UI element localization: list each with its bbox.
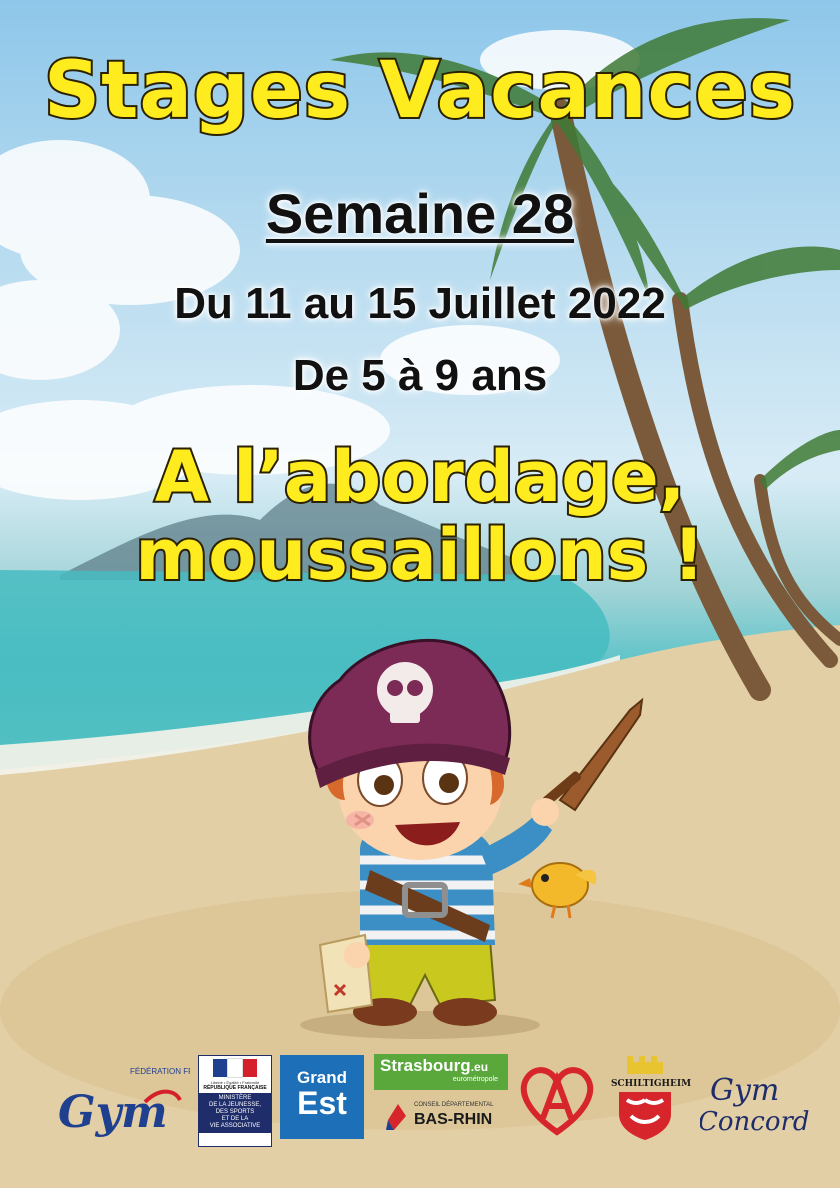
strasbourg-name: Strasbourg bbox=[380, 1056, 471, 1075]
concordia-line-1: Gym bbox=[710, 1073, 779, 1108]
ministere-logo: Liberté • Égalité • Fraternité RÉPUBLIQU… bbox=[198, 1055, 272, 1147]
sponsor-logos: FÉDÉRATION FRANÇAISE Gym Liberté • Égali… bbox=[0, 1050, 840, 1150]
ffg-small-label: FÉDÉRATION FRANÇAISE bbox=[130, 1067, 190, 1076]
ministere-line-3: DES SPORTS bbox=[215, 1109, 255, 1115]
bas-rhin-emblem-icon bbox=[386, 1104, 406, 1130]
strasbourg-sub: eurométropole bbox=[452, 1076, 498, 1083]
bas-rhin-logo: CONSEIL DÉPARTEMENTAL BAS-RHIN bbox=[384, 1098, 508, 1134]
grand-est-logo: Grand Est bbox=[280, 1055, 364, 1139]
strasbourg-tld: .eu bbox=[470, 1060, 489, 1074]
schiltigheim-logo: SCHILTIGHEIM bbox=[611, 1056, 691, 1140]
ministere-line-5: VIE ASSOCIATIVE bbox=[209, 1123, 261, 1129]
ministere-line-1: MINISTÈRE bbox=[218, 1095, 252, 1101]
gym-concordia-logo: Gym Concordia bbox=[700, 1073, 810, 1137]
bird-icon bbox=[518, 862, 597, 919]
grand-est-line-2: Est bbox=[297, 1085, 347, 1121]
strasbourg-logo: Strasbourg.eu eurométropole bbox=[374, 1054, 508, 1090]
pirate-kid-illustration bbox=[300, 638, 644, 1039]
sword-icon bbox=[542, 697, 644, 812]
poster: Stages Vacances Semaine 28 Du 11 au 15 J… bbox=[0, 0, 840, 1188]
concordia-line-2: Concordia bbox=[700, 1107, 810, 1137]
ministere-line-4: ET DE LA bbox=[221, 1116, 249, 1122]
bas-rhin-small: CONSEIL DÉPARTEMENTAL bbox=[414, 1102, 494, 1108]
schiltigheim-name: SCHILTIGHEIM bbox=[611, 1079, 691, 1089]
ministere-rf: RÉPUBLIQUE FRANÇAISE bbox=[203, 1085, 267, 1091]
ffg-logo: FÉDÉRATION FRANÇAISE Gym bbox=[58, 1067, 190, 1138]
bas-rhin-name: BAS-RHIN bbox=[414, 1111, 493, 1128]
red-heart-a-logo bbox=[520, 1067, 594, 1136]
ministere-line-2: DE LA JEUNESSE, bbox=[208, 1102, 262, 1108]
